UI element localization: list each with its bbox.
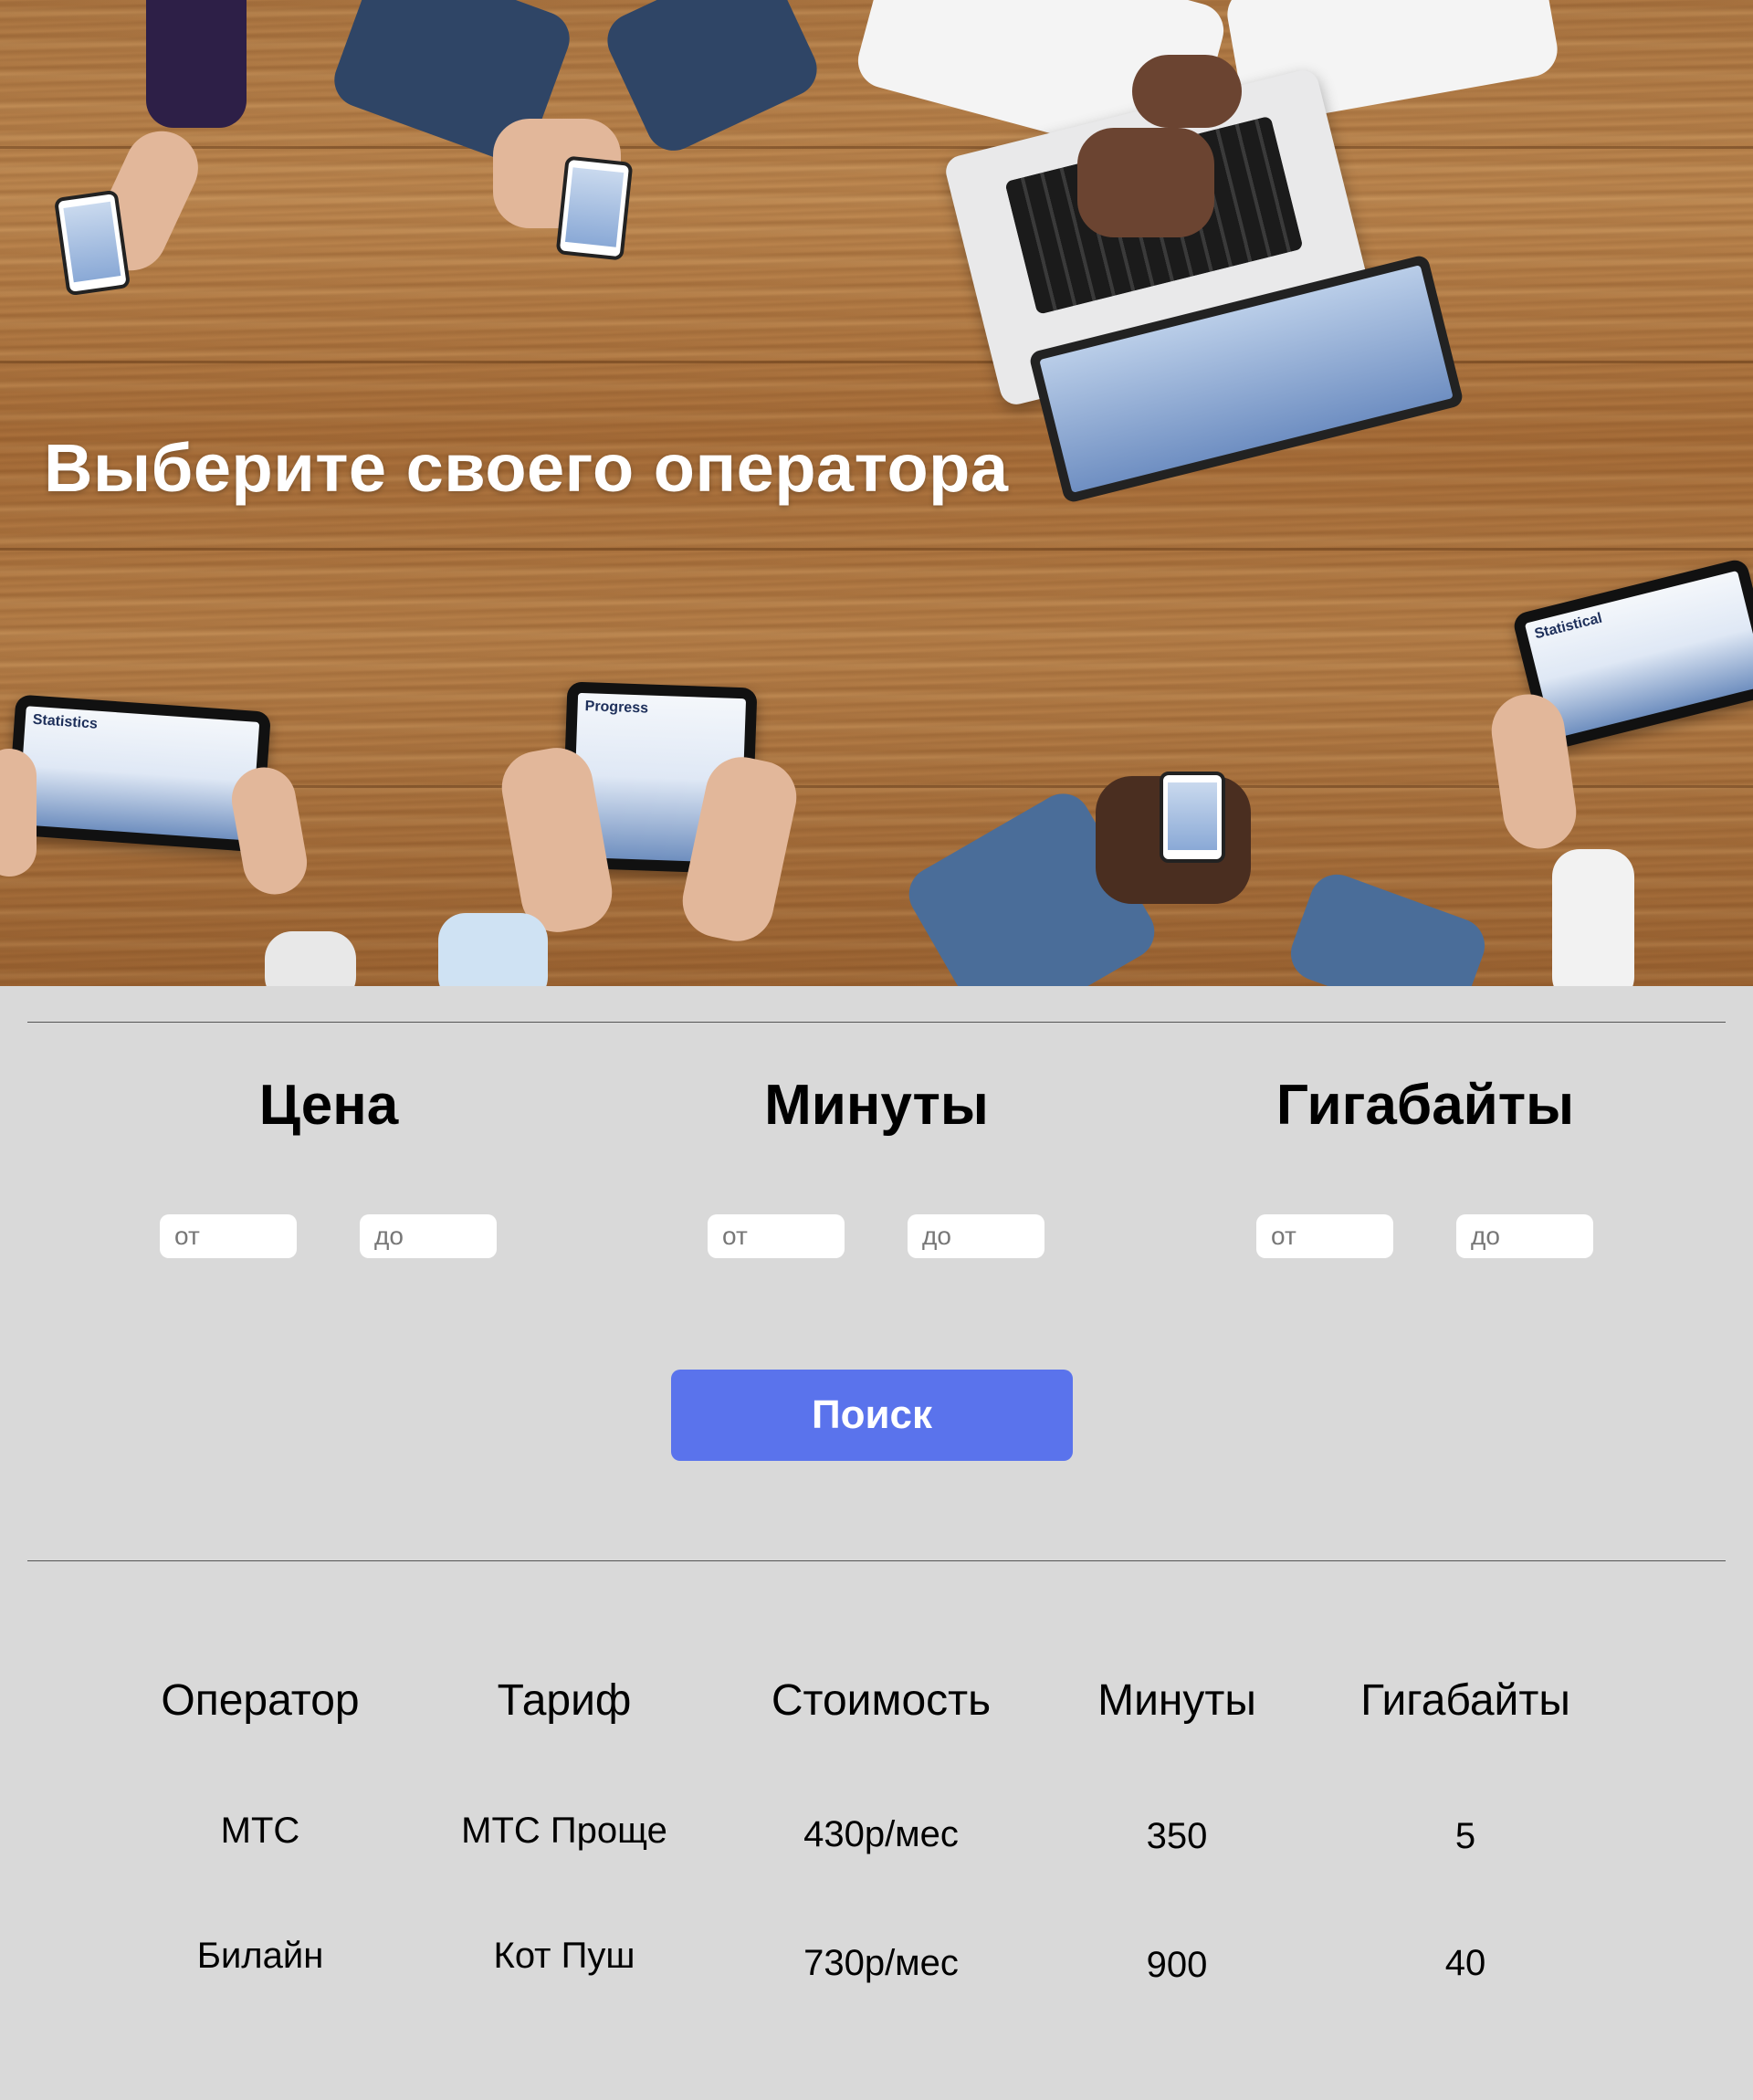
sleeve-image [1283,866,1493,986]
price-from-input[interactable] [160,1214,297,1258]
hand-image [1077,128,1214,237]
hand-image [1132,55,1242,128]
column-header-tariff: Тариф [497,1676,632,1725]
filter-panel: Цена Минуты Гигабайты [0,1077,1753,1260]
column-header-cost: Стоимость [771,1676,992,1725]
filter-title-minutes: Минуты [764,1074,989,1137]
search-button[interactable]: Поиск [671,1370,1073,1461]
phone-image [53,189,131,297]
cell-minutes: 900 [1146,1945,1208,1985]
sleeve-image [146,0,247,128]
cell-cost: 730р/мес [803,1943,959,1983]
column-header-gigabytes: Гигабайты [1360,1676,1570,1725]
tablet-screen-label: Progress [584,698,649,717]
tablet-screen-label: Statistics [32,711,99,732]
sleeve-image [265,931,356,986]
hand-image [226,761,312,900]
cell-cost: 430р/мес [803,1814,959,1854]
sleeve-image [1552,849,1634,986]
cell-gigabytes: 5 [1454,1816,1476,1856]
price-to-input[interactable] [360,1214,497,1258]
gigabytes-range [1197,1214,1653,1262]
cell-operator: МТС [220,1811,300,1851]
column-header-operator: Оператор [161,1676,360,1725]
tablet-image: Statistics [5,694,272,853]
sleeve-image [598,0,826,160]
section-divider [27,1560,1726,1561]
table-row[interactable]: МТС МТС Проще 430р/мес 350 5 [0,1811,1753,1884]
filter-minutes: Минуты [648,1074,1105,1258]
filter-title-price: Цена [258,1074,399,1137]
column-header-minutes: Минуты [1097,1676,1256,1725]
phone-image [1160,772,1225,863]
section-divider [27,1022,1726,1023]
minutes-from-input[interactable] [708,1214,845,1258]
hero-title: Выберите своего оператора [44,430,1009,506]
filter-price: Цена [100,1074,557,1258]
cell-gigabytes: 40 [1444,1943,1486,1983]
tablet-screen-label: Statistical [1533,610,1604,643]
price-range [100,1214,557,1262]
hero-banner: Выберите своего оператора Statistics Pro… [0,0,1753,986]
sleeve-image [438,913,548,986]
cell-tariff: Кот Пуш [493,1936,635,1976]
cell-minutes: 350 [1146,1816,1208,1856]
minutes-range [648,1214,1105,1262]
minutes-to-input[interactable] [908,1214,1044,1258]
phone-image [555,155,634,261]
gigabytes-from-input[interactable] [1256,1214,1393,1258]
wood-grain-line [0,146,1753,149]
hand-image [0,749,37,877]
cell-operator: Билайн [196,1936,324,1976]
wood-grain-line [0,361,1753,363]
wood-grain-line [0,548,1753,551]
gigabytes-to-input[interactable] [1456,1214,1593,1258]
table-header-row: Оператор Тариф Стоимость Минуты Гигабайт… [0,1675,1753,1748]
table-row[interactable]: Билайн Кот Пуш 730р/мес 900 40 [0,1936,1753,2009]
filter-gigabytes: Гигабайты [1197,1074,1653,1258]
filter-title-gigabytes: Гигабайты [1275,1074,1575,1137]
cell-tariff: МТС Проще [461,1811,667,1851]
